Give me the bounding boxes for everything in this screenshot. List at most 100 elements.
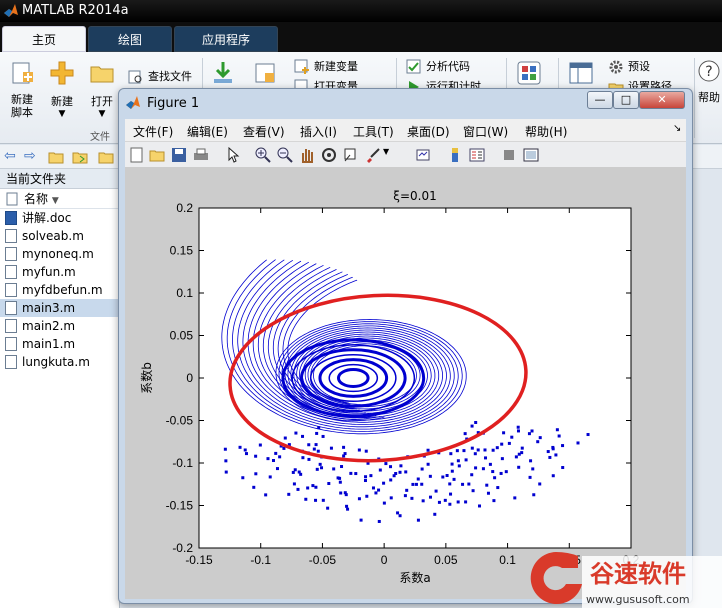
simulink-icon[interactable] bbox=[516, 60, 542, 86]
file-item[interactable]: solveab.m bbox=[0, 227, 119, 245]
up-folder-icon[interactable] bbox=[48, 149, 64, 165]
back-arrow-icon[interactable]: ⇦ bbox=[4, 148, 16, 164]
data-point-marker bbox=[312, 447, 316, 451]
preferences-button[interactable]: 预设 bbox=[608, 58, 650, 76]
edit-plot-arrow-icon[interactable] bbox=[225, 147, 241, 163]
data-point-marker bbox=[252, 485, 256, 489]
close-button[interactable]: ✕ bbox=[639, 91, 685, 109]
data-point-marker bbox=[343, 452, 347, 456]
browse-folder-icon[interactable] bbox=[72, 149, 88, 165]
maximize-button[interactable]: □ bbox=[613, 91, 639, 109]
new-figure-icon[interactable] bbox=[129, 147, 145, 163]
column-header-name[interactable]: 名称 ▼ bbox=[0, 189, 119, 209]
data-point-marker bbox=[491, 470, 495, 474]
data-point-marker bbox=[301, 456, 305, 460]
new-variable-button[interactable]: 新建变量 bbox=[294, 58, 358, 76]
data-point-marker bbox=[294, 431, 298, 435]
find-files-button[interactable]: 查找文件 bbox=[128, 68, 192, 86]
file-item[interactable]: 讲解.doc bbox=[0, 209, 119, 227]
brush-icon[interactable] bbox=[365, 147, 381, 163]
file-item[interactable]: lungkuta.m bbox=[0, 353, 119, 371]
file-item[interactable]: myfdbefun.m bbox=[0, 281, 119, 299]
watermark-url: www.gususoft.com bbox=[586, 593, 690, 606]
data-point-marker bbox=[449, 452, 453, 456]
colorbar-icon[interactable] bbox=[447, 147, 463, 163]
print-icon[interactable] bbox=[193, 147, 209, 163]
figure-title-bar[interactable]: Figure 1 — □ ✕ bbox=[119, 89, 692, 119]
folder-icon bbox=[90, 66, 114, 83]
brush-dropdown-icon[interactable]: ▼ bbox=[383, 147, 399, 163]
new-script-button[interactable]: 新建 脚本 bbox=[2, 60, 42, 119]
help-button[interactable]: ? 帮助 bbox=[696, 60, 722, 105]
data-point-marker bbox=[493, 476, 497, 480]
help-icon: ? bbox=[698, 60, 720, 82]
data-point-marker bbox=[316, 449, 320, 453]
figure-title: Figure 1 bbox=[147, 96, 200, 111]
dock-arrow-icon[interactable]: ↘ bbox=[673, 123, 681, 134]
file-item[interactable]: main1.m bbox=[0, 335, 119, 353]
figure-menu-bar: 文件(F) 编辑(E) 查看(V) 插入(I) 工具(T) 桌面(D) 窗口(W… bbox=[125, 119, 686, 141]
data-cursor-icon[interactable] bbox=[343, 147, 359, 163]
data-point-marker bbox=[471, 489, 475, 493]
rotate-3d-icon[interactable] bbox=[321, 147, 337, 163]
data-point-marker bbox=[389, 478, 393, 482]
file-item-selected[interactable]: main3.m bbox=[0, 299, 119, 317]
analyze-code-button[interactable]: 分析代码 bbox=[406, 58, 470, 76]
import-data-icon[interactable] bbox=[210, 60, 236, 86]
tab-home[interactable]: 主页 bbox=[2, 26, 86, 52]
link-plot-icon[interactable] bbox=[415, 147, 431, 163]
data-point-marker bbox=[416, 518, 420, 522]
menu-file[interactable]: 文件(F) bbox=[133, 123, 173, 140]
zoom-in-icon[interactable] bbox=[255, 147, 271, 163]
tab-apps[interactable]: 应用程序 bbox=[174, 26, 278, 52]
data-point-marker bbox=[411, 482, 415, 486]
y-tick-label: 0 bbox=[186, 371, 193, 385]
tab-plots[interactable]: 绘图 bbox=[88, 26, 172, 52]
menu-help[interactable]: 帮助(H) bbox=[525, 123, 567, 140]
forward-arrow-icon[interactable]: ⇨ bbox=[24, 148, 36, 164]
data-point-marker bbox=[561, 444, 565, 448]
data-point-marker bbox=[307, 443, 311, 447]
new-button[interactable]: 新建 ▼ bbox=[42, 60, 82, 119]
data-point-marker bbox=[371, 486, 375, 490]
data-point-marker bbox=[342, 445, 346, 449]
layout-icon[interactable] bbox=[568, 60, 594, 86]
show-plot-tools-icon[interactable] bbox=[523, 147, 539, 163]
menu-window[interactable]: 窗口(W) bbox=[463, 123, 508, 140]
data-point-marker bbox=[318, 462, 322, 466]
folder-icon[interactable] bbox=[98, 149, 114, 165]
data-point-marker bbox=[456, 459, 460, 463]
data-point-marker bbox=[378, 468, 382, 472]
x-tick-label: -0.1 bbox=[250, 553, 271, 567]
save-workspace-icon[interactable] bbox=[252, 60, 278, 86]
menu-desktop[interactable]: 桌面(D) bbox=[407, 123, 450, 140]
menu-insert[interactable]: 插入(I) bbox=[300, 123, 337, 140]
open-button[interactable]: 打开 ▼ bbox=[82, 60, 122, 119]
file-item[interactable]: mynoneq.m bbox=[0, 245, 119, 263]
data-point-marker bbox=[474, 420, 478, 424]
data-point-marker bbox=[449, 492, 453, 496]
data-point-marker bbox=[327, 482, 331, 486]
pan-hand-icon[interactable] bbox=[299, 147, 315, 163]
menu-view[interactable]: 查看(V) bbox=[243, 123, 285, 140]
data-point-marker bbox=[528, 475, 532, 479]
file-item[interactable]: myfun.m bbox=[0, 263, 119, 281]
y-tick-label: 0.15 bbox=[170, 244, 194, 258]
data-point-marker bbox=[274, 451, 278, 455]
file-item[interactable]: main2.m bbox=[0, 317, 119, 335]
legend-icon[interactable] bbox=[469, 147, 485, 163]
data-point-marker bbox=[450, 462, 454, 466]
hide-plot-tools-icon[interactable] bbox=[501, 147, 517, 163]
data-point-marker bbox=[369, 474, 373, 478]
data-point-marker bbox=[456, 500, 460, 504]
data-point-marker bbox=[321, 498, 325, 502]
zoom-out-icon[interactable] bbox=[277, 147, 293, 163]
menu-tools[interactable]: 工具(T) bbox=[353, 123, 394, 140]
minimize-button[interactable]: — bbox=[587, 91, 613, 109]
menu-edit[interactable]: 编辑(E) bbox=[187, 123, 228, 140]
phase-plot[interactable]: -0.15-0.1-0.0500.050.10.150.20.20.150.10… bbox=[125, 167, 686, 599]
open-file-icon[interactable] bbox=[149, 147, 165, 163]
app-title-bar: MATLAB R2014a bbox=[0, 0, 722, 22]
save-icon[interactable] bbox=[171, 147, 187, 163]
app-title: MATLAB R2014a bbox=[22, 3, 129, 18]
